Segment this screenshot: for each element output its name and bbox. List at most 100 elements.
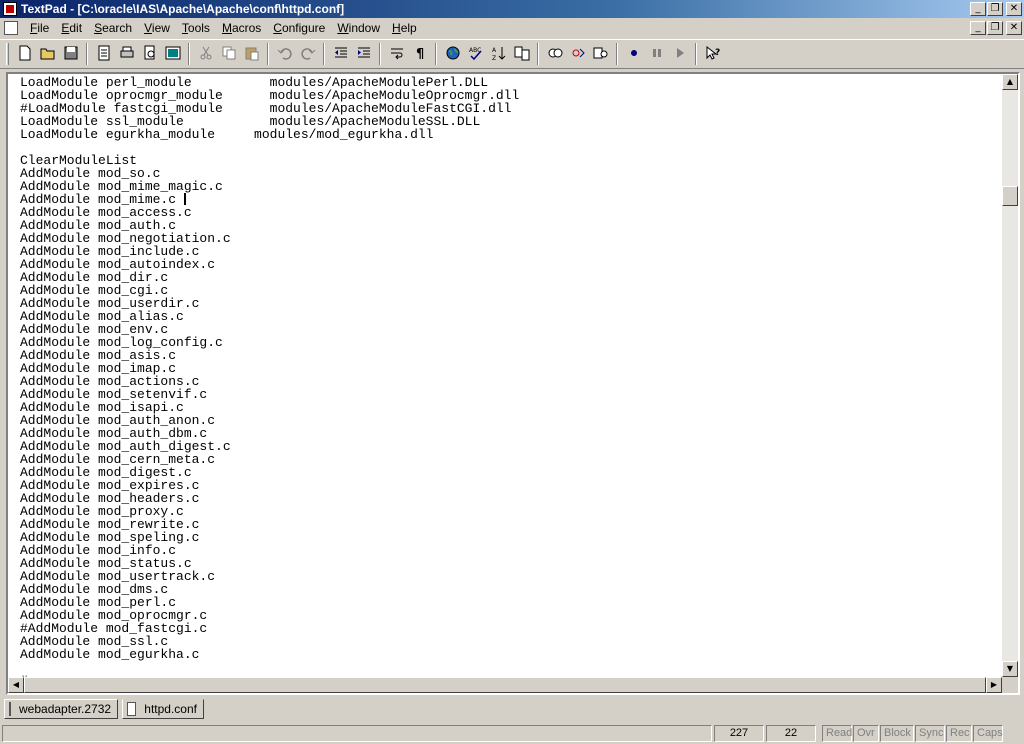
minimize-button[interactable]: _: [970, 2, 986, 16]
tab-label: webadapter.2732: [19, 702, 112, 716]
print-preview-button[interactable]: [138, 43, 161, 65]
menu-edit[interactable]: Edit: [55, 21, 88, 35]
new-file-button[interactable]: [13, 43, 36, 65]
toolbar-separator: [188, 43, 190, 65]
horizontal-scroll-thumb[interactable]: [24, 677, 986, 693]
doc-restore-button[interactable]: ❐: [987, 21, 1003, 35]
code-line[interactable]: LoadModule egurkha_module modules/mod_eg…: [20, 128, 1002, 141]
tab-label: httpd.conf: [144, 702, 197, 716]
scrollbar-corner: [1002, 677, 1018, 693]
doc-close-button[interactable]: ✕: [1006, 21, 1022, 35]
text-caret: [183, 193, 186, 205]
pilcrow-icon: ¶: [412, 45, 428, 64]
horizontal-scrollbar[interactable]: ◀ ▶: [8, 677, 1002, 693]
page-setup-button[interactable]: [92, 43, 115, 65]
toolbar-separator: [379, 43, 381, 65]
find-button[interactable]: [543, 43, 566, 65]
page-setup-icon: [96, 45, 112, 64]
undo-icon: [277, 45, 293, 64]
textpad-app-icon[interactable]: [3, 2, 17, 16]
compare-button[interactable]: [510, 43, 533, 65]
vertical-scrollbar[interactable]: ▲ ▼: [1002, 74, 1018, 677]
menu-tools[interactable]: Tools: [176, 21, 216, 35]
find-in-files-button[interactable]: [589, 43, 612, 65]
menu-view[interactable]: View: [138, 21, 176, 35]
paste-button[interactable]: [240, 43, 263, 65]
new-file-icon: [17, 45, 33, 64]
code-text[interactable]: LoadModule perl_module modules/ApacheMod…: [8, 74, 1002, 677]
replace-icon: [570, 45, 586, 64]
copy-icon: [221, 45, 237, 64]
code-line[interactable]: ClearModuleList: [20, 154, 1002, 167]
compare-icon: [514, 45, 530, 64]
manage-files-icon: [165, 45, 181, 64]
status-column-number: 22: [766, 725, 816, 742]
status-read: Read: [822, 725, 852, 742]
spell-check-button[interactable]: ABC: [464, 43, 487, 65]
document-icon: [9, 702, 11, 716]
code-line[interactable]: AddModule mod_egurkha.c: [20, 648, 1002, 661]
web-browser-button[interactable]: [441, 43, 464, 65]
status-block: Block: [880, 725, 914, 742]
tab-webadapter[interactable]: webadapter.2732: [4, 699, 118, 719]
editor-frame: LoadModule perl_module modules/ApacheMod…: [6, 72, 1020, 695]
code-line[interactable]: [20, 661, 1002, 674]
code-line[interactable]: [20, 141, 1002, 154]
doc-minimize-button[interactable]: _: [970, 21, 986, 35]
context-help-button[interactable]: ?: [701, 43, 724, 65]
undo-button[interactable]: [273, 43, 296, 65]
save-button[interactable]: [59, 43, 82, 65]
status-message: [2, 725, 712, 742]
scroll-up-button[interactable]: ▲: [1002, 74, 1018, 90]
vertical-scroll-thumb[interactable]: [1002, 186, 1018, 206]
pilcrow-button[interactable]: ¶: [408, 43, 431, 65]
toolbar-separator: [616, 43, 618, 65]
indent-less-button[interactable]: [329, 43, 352, 65]
scroll-left-button[interactable]: ◀: [8, 677, 24, 693]
open-folder-button[interactable]: [36, 43, 59, 65]
find-icon: [547, 45, 563, 64]
print-button[interactable]: [115, 43, 138, 65]
toolbar-separator: [267, 43, 269, 65]
menu-window[interactable]: Window: [331, 21, 386, 35]
restore-button[interactable]: ❐: [987, 2, 1003, 16]
replace-button[interactable]: [566, 43, 589, 65]
word-wrap-button[interactable]: [385, 43, 408, 65]
redo-icon: [300, 45, 316, 64]
toolbar-separator: [323, 43, 325, 65]
play-macro-button[interactable]: [668, 43, 691, 65]
sort-button[interactable]: AZ: [487, 43, 510, 65]
indent-more-button[interactable]: [352, 43, 375, 65]
copy-button[interactable]: [217, 43, 240, 65]
manage-files-button[interactable]: [161, 43, 184, 65]
spell-check-icon: ABC: [468, 45, 484, 64]
record-macro-button[interactable]: [622, 43, 645, 65]
menu-bar: File Edit Search View Tools Macros Configure Wi…: [0, 18, 1024, 38]
close-button[interactable]: ✕: [1006, 2, 1022, 16]
menu-file[interactable]: File: [24, 21, 55, 35]
title-bar[interactable]: TextPad - [C:\oracle\IAS\Apache\Apache\c…: [0, 0, 1024, 18]
menu-configure[interactable]: Configure: [267, 21, 331, 35]
tab-httpd-conf[interactable]: httpd.conf: [122, 699, 204, 719]
scroll-down-button[interactable]: ▼: [1002, 661, 1018, 677]
menu-help[interactable]: Help: [386, 21, 423, 35]
web-browser-icon: [445, 45, 461, 64]
toolbar-grip[interactable]: [6, 43, 9, 65]
document-system-menu-icon[interactable]: [4, 21, 18, 35]
context-help-icon: ?: [705, 45, 721, 64]
svg-text:Z: Z: [492, 55, 496, 61]
document-icon: [127, 702, 137, 716]
pause-macro-button[interactable]: [645, 43, 668, 65]
save-icon: [63, 45, 79, 64]
indent-less-icon: [333, 45, 349, 64]
record-macro-icon: [626, 45, 642, 64]
cut-button[interactable]: [194, 43, 217, 65]
menu-macros[interactable]: Macros: [216, 21, 267, 35]
play-macro-icon: [672, 45, 688, 64]
text-editor[interactable]: LoadModule perl_module modules/ApacheMod…: [8, 74, 1002, 677]
redo-button[interactable]: [296, 43, 319, 65]
indent-more-icon: [356, 45, 372, 64]
toolbar-separator: [537, 43, 539, 65]
scroll-right-button[interactable]: ▶: [986, 677, 1002, 693]
menu-search[interactable]: Search: [88, 21, 138, 35]
